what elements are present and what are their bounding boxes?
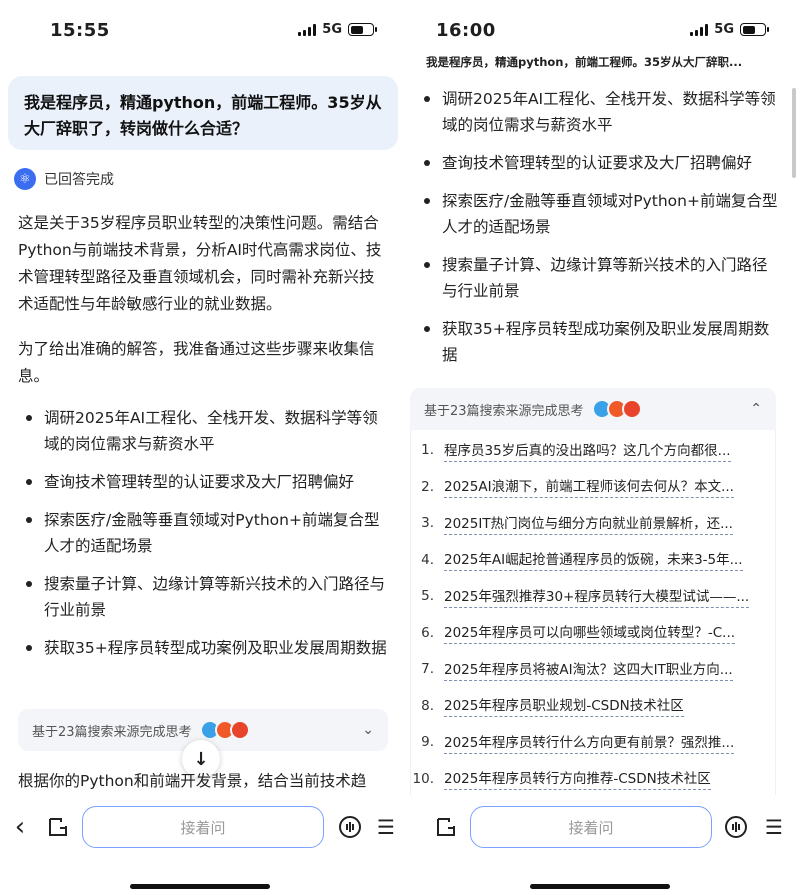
source-link[interactable]: 9. 2025年程序员转行什么方向更有前景？强烈推... (412, 724, 774, 761)
answer-status: ⚛ 已回答完成 (14, 168, 114, 190)
source-avatar-icon (621, 399, 642, 419)
status-bar: 16:00 5G (400, 0, 800, 60)
source-index: 5. (421, 588, 434, 605)
answered-label: 已回答完成 (44, 172, 114, 188)
new-chat-icon[interactable] (432, 813, 460, 841)
source-title[interactable]: 程序员35岁后真的没出路吗？这几个方向都很... (444, 439, 731, 462)
list-item: 搜索量子计算、边缘计算等新兴技术的入门路径与行业前景 (416, 252, 780, 304)
source-index: 3. (421, 515, 434, 532)
sources-label: 基于23篇搜索来源完成思考 (424, 403, 584, 419)
source-link[interactable]: 5. 2025年强烈推荐30+程序员转行大模型试试——... (412, 578, 774, 615)
conversation-title: 我是程序员，精通python，前端工程师。35岁从大厂辞职... (426, 55, 743, 69)
left-screenshot: 15:55 5G 我是程序员，精通python，前端工程师。35岁从大厂辞职了，… (0, 0, 400, 895)
user-question-bubble: 我是程序员，精通python，前端工程师。35岁从大厂辞职了，转岗做什么合适？ (8, 76, 398, 150)
list-item: 查询技术管理转型的认证要求及大厂招聘偏好 (416, 150, 780, 176)
ask-input[interactable]: 接着问 (470, 806, 712, 848)
voice-icon[interactable] (336, 813, 364, 841)
source-index: 9. (421, 734, 434, 751)
bottom-toolbar: ‹ 接着问 ☰ (0, 795, 400, 895)
list-item: 调研2025年AI工程化、全栈开发、数据科学等领域的岗位需求与薪资水平 (416, 86, 780, 138)
battery-icon (740, 23, 769, 36)
source-title[interactable]: 2025年程序员转行什么方向更有前景？强烈推... (444, 731, 735, 754)
sources-list: 1. 程序员35岁后真的没出路吗？这几个方向都很... 2. 2025AI浪潮下，前… (412, 432, 774, 797)
list-item: 获取35+程序员转型成功案例及职业发展周期数据 (18, 635, 388, 661)
list-item: 搜索量子计算、边缘计算等新兴技术的入门路径与行业前景 (18, 571, 388, 623)
status-time: 16:00 (436, 20, 496, 41)
voice-icon[interactable] (722, 813, 750, 841)
list-item: 获取35+程序员转型成功案例及职业发展周期数据 (416, 316, 780, 368)
chevron-up-icon[interactable]: ⌃ (750, 401, 762, 417)
chevron-down-icon[interactable]: ⌄ (362, 722, 374, 738)
right-screenshot: 16:00 5G 我是程序员，精通python，前端工程师。35岁从大厂辞职..… (400, 0, 800, 895)
list-item: 调研2025年AI工程化、全栈开发、数据科学等领域的岗位需求与薪资水平 (18, 405, 388, 457)
steps-list: 调研2025年AI工程化、全栈开发、数据科学等领域的岗位需求与薪资水平 查询技术… (18, 405, 388, 673)
source-title[interactable]: 2025年程序员职业规划-CSDN技术社区 (444, 694, 684, 718)
source-index: 7. (421, 661, 434, 678)
source-link[interactable]: 4. 2025年AI崛起抢普通程序员的饭碗，未来3-5年... (412, 542, 774, 579)
signal-icon (690, 23, 709, 36)
list-item: 查询技术管理转型的认证要求及大厂招聘偏好 (18, 469, 388, 495)
source-title[interactable]: 2025IT热门岗位与细分方向就业前景解析，还... (444, 512, 733, 535)
source-link[interactable]: 1. 程序员35岁后真的没出路吗？这几个方向都很... (412, 432, 774, 469)
menu-icon[interactable]: ☰ (372, 813, 400, 841)
new-chat-icon[interactable] (44, 813, 72, 841)
signal-icon (298, 23, 317, 36)
list-item: 探索医疗/金融等垂直领域对Python+前端复合型人才的适配场景 (18, 507, 388, 559)
source-index: 4. (421, 551, 434, 568)
status-icons: 5G (690, 22, 769, 37)
answer-continuation: 根据你的Python和前端开发背景，结合当前技术趋 (18, 772, 367, 790)
menu-icon[interactable]: ☰ (760, 813, 788, 841)
assistant-logo-icon: ⚛ (14, 168, 36, 190)
source-index: 6. (421, 624, 434, 641)
bottom-toolbar: 接着问 ☰ (400, 795, 800, 895)
sources-label: 基于23篇搜索来源完成思考 (32, 724, 192, 740)
source-link[interactable]: 7. 2025年程序员将被AI淘汰？这四大IT职业方向... (412, 651, 774, 688)
battery-icon (348, 23, 377, 36)
source-title[interactable]: 2025年程序员转行方向推荐-CSDN技术社区 (444, 767, 711, 791)
source-link[interactable]: 8. 2025年程序员职业规划-CSDN技术社区 (412, 688, 774, 725)
source-index: 1. (421, 442, 434, 459)
steps-list: 调研2025年AI工程化、全栈开发、数据科学等领域的岗位需求与薪资水平 查询技术… (416, 86, 780, 380)
source-title[interactable]: 2025年强烈推荐30+程序员转行大模型试试——... (444, 585, 750, 608)
sources-summary-bar[interactable]: 基于23篇搜索来源完成思考 ⌃ (410, 388, 776, 430)
source-index: 8. (421, 697, 434, 714)
list-item: 探索医疗/金融等垂直领域对Python+前端复合型人才的适配场景 (416, 188, 780, 240)
source-index: 2. (421, 478, 434, 495)
status-bar: 15:55 5G (0, 0, 400, 60)
source-title[interactable]: 2025AI浪潮下，前端工程师该何去何从？本文... (444, 475, 734, 499)
source-avatar-icon (229, 720, 250, 740)
source-title[interactable]: 2025年AI崛起抢普通程序员的饭碗，未来3-5年... (444, 548, 743, 572)
home-indicator (530, 884, 670, 889)
source-avatars (591, 399, 642, 419)
answer-intro: 这是关于35岁程序员职业转型的决策性问题。需结合Python与前端技术背景，分析… (18, 214, 382, 313)
network-label: 5G (714, 22, 734, 37)
screen: 15:55 5G 我是程序员，精通python，前端工程师。35岁从大厂辞职了，… (0, 0, 800, 895)
source-title[interactable]: 2025年程序员可以向哪些领域或岗位转型？-C... (444, 621, 736, 645)
source-link[interactable]: 10. 2025年程序员转行方向推荐-CSDN技术社区 (412, 761, 774, 798)
steps-intro: 为了给出准确的解答，我准备通过这些步骤来收集信息。 (18, 340, 375, 385)
scrollbar[interactable] (792, 88, 796, 178)
source-avatars (199, 720, 250, 740)
back-icon[interactable]: ‹ (6, 812, 34, 842)
source-link[interactable]: 2. 2025AI浪潮下，前端工程师该何去何从？本文... (412, 469, 774, 506)
source-link[interactable]: 6. 2025年程序员可以向哪些领域或岗位转型？-C... (412, 615, 774, 652)
status-icons: 5G (298, 22, 377, 37)
source-link[interactable]: 3. 2025IT热门岗位与细分方向就业前景解析，还... (412, 505, 774, 542)
source-title[interactable]: 2025年程序员将被AI淘汰？这四大IT职业方向... (444, 658, 733, 681)
ask-input[interactable]: 接着问 (82, 806, 324, 848)
network-label: 5G (322, 22, 342, 37)
status-time: 15:55 (50, 20, 110, 41)
home-indicator (130, 884, 270, 889)
source-index: 10. (412, 770, 434, 787)
